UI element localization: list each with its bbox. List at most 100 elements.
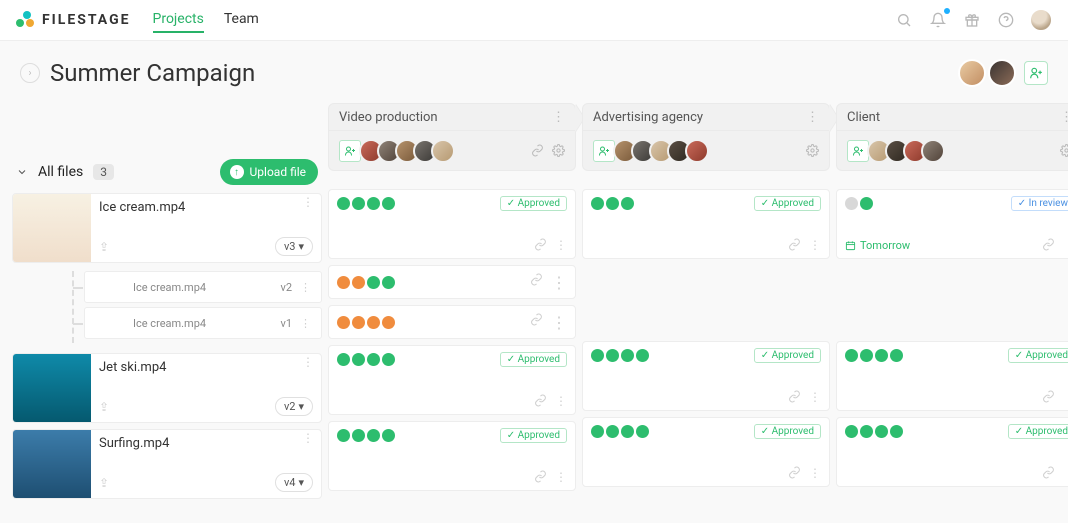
- add-member-button[interactable]: [1024, 61, 1048, 85]
- all-files-toggle[interactable]: All files 3: [16, 164, 114, 180]
- link-icon[interactable]: [1042, 390, 1055, 404]
- review-dot: [845, 425, 858, 438]
- card-menu-icon[interactable]: ⋮: [809, 238, 821, 252]
- review-card[interactable]: ✓ Approved⋮: [836, 417, 1068, 487]
- review-dots: [591, 197, 634, 210]
- link-icon[interactable]: [788, 466, 801, 480]
- link-icon[interactable]: [530, 273, 543, 292]
- due-date: Tomorrow: [845, 239, 910, 252]
- reviewer-avatar[interactable]: [921, 139, 945, 163]
- help-icon[interactable]: [996, 10, 1016, 30]
- link-icon[interactable]: [788, 238, 801, 252]
- review-card[interactable]: ⋮: [328, 265, 576, 299]
- review-dot: [382, 353, 395, 366]
- file-count-badge: 3: [93, 164, 114, 180]
- review-card[interactable]: ✓ In review Tomorrow ⋮: [836, 189, 1068, 259]
- notifications-icon[interactable]: [928, 10, 948, 30]
- user-avatar[interactable]: [1030, 9, 1052, 31]
- chevron-down-icon: [16, 166, 28, 178]
- review-card[interactable]: ✓ Approved⋮: [836, 341, 1068, 411]
- all-files-label: All files: [38, 164, 83, 180]
- status-badge-in-review: ✓ In review: [1011, 196, 1068, 211]
- review-card[interactable]: ✓ Approved ⋮: [582, 341, 830, 411]
- review-dot: [845, 349, 858, 362]
- stage-menu-icon[interactable]: ⋮: [806, 110, 819, 125]
- card-menu-icon[interactable]: ⋮: [555, 394, 567, 408]
- review-card[interactable]: ✓ Approved ⋮: [328, 189, 576, 259]
- version-row[interactable]: Ice cream.mp4 v1⋮: [84, 307, 322, 339]
- gear-icon[interactable]: [552, 144, 565, 157]
- link-icon[interactable]: [788, 390, 801, 404]
- file-name: Jet ski.mp4: [99, 360, 313, 375]
- card-menu-icon[interactable]: ⋮: [555, 238, 567, 252]
- status-badge-approved: ✓ Approved: [500, 428, 567, 443]
- review-dots: [337, 316, 395, 329]
- version-chip[interactable]: v2 ▾: [275, 397, 313, 416]
- file-name: Ice cream.mp4: [99, 200, 313, 215]
- card-menu-icon[interactable]: ⋮: [1063, 466, 1068, 480]
- row-menu-icon[interactable]: ⋮: [302, 360, 315, 364]
- card-menu-icon[interactable]: ⋮: [809, 466, 821, 480]
- status-badge-approved: ✓ Approved: [754, 348, 821, 363]
- add-reviewer-button[interactable]: [593, 140, 615, 162]
- member-avatar[interactable]: [988, 59, 1016, 87]
- row-menu-icon[interactable]: ⋮: [300, 317, 311, 330]
- search-icon[interactable]: [894, 10, 914, 30]
- review-card[interactable]: ✓ Approved⋮: [328, 345, 576, 415]
- link-icon[interactable]: [531, 144, 544, 157]
- card-menu-icon[interactable]: ⋮: [1063, 238, 1068, 252]
- back-button[interactable]: ›: [20, 63, 40, 83]
- file-row[interactable]: Jet ski.mp4 ⇪ v2 ▾ ⋮: [12, 353, 322, 423]
- stage-menu-icon[interactable]: ⋮: [552, 110, 565, 125]
- review-dot: [621, 349, 634, 362]
- link-icon[interactable]: [1042, 238, 1055, 252]
- version-chip[interactable]: v3 ▾: [275, 237, 313, 256]
- file-row[interactable]: Surfing.mp4 ⇪ v4 ▾ ⋮: [12, 429, 322, 499]
- share-icon[interactable]: ⇪: [99, 476, 109, 490]
- review-dot: [352, 316, 365, 329]
- reviewer-avatar[interactable]: [431, 139, 455, 163]
- nav-team[interactable]: Team: [224, 7, 259, 33]
- upload-file-button[interactable]: ↑ Upload file: [220, 159, 318, 185]
- review-card[interactable]: ⋮: [328, 305, 576, 339]
- card-menu-icon[interactable]: ⋮: [809, 390, 821, 404]
- review-dot: [591, 349, 604, 362]
- reviewer-list: [593, 139, 709, 163]
- review-card[interactable]: ✓ Approved ⋮: [328, 421, 576, 491]
- review-dot: [367, 429, 380, 442]
- stage-menu-icon[interactable]: ⋮: [1060, 110, 1068, 125]
- version-chip[interactable]: v4 ▾: [275, 473, 313, 492]
- row-menu-icon[interactable]: ⋮: [302, 436, 315, 440]
- link-icon[interactable]: [534, 394, 547, 408]
- link-icon[interactable]: [1042, 466, 1055, 480]
- version-row[interactable]: Ice cream.mp4 v2⋮: [84, 271, 322, 303]
- file-row[interactable]: Ice cream.mp4 ⇪ v3 ▾ ⋮: [12, 193, 322, 263]
- card-menu-icon[interactable]: ⋮: [555, 470, 567, 484]
- review-dot: [606, 425, 619, 438]
- gear-icon[interactable]: [806, 144, 819, 157]
- row-menu-icon[interactable]: ⋮: [302, 200, 315, 204]
- card-menu-icon[interactable]: ⋮: [551, 273, 567, 292]
- review-dots: [337, 197, 395, 210]
- file-thumbnail: [13, 194, 91, 262]
- add-reviewer-button[interactable]: [847, 140, 869, 162]
- link-icon[interactable]: [534, 238, 547, 252]
- gear-icon[interactable]: [1060, 144, 1068, 157]
- add-reviewer-button[interactable]: [339, 140, 361, 162]
- status-badge-approved: ✓ Approved: [500, 196, 567, 211]
- status-badge-approved: ✓ Approved: [754, 196, 821, 211]
- share-icon[interactable]: ⇪: [99, 400, 109, 414]
- card-menu-icon[interactable]: ⋮: [551, 313, 567, 332]
- nav-projects[interactable]: Projects: [153, 7, 204, 33]
- link-icon[interactable]: [534, 470, 547, 484]
- gift-icon[interactable]: [962, 10, 982, 30]
- link-icon[interactable]: [530, 313, 543, 332]
- member-avatar[interactable]: [958, 59, 986, 87]
- reviewer-avatar[interactable]: [685, 139, 709, 163]
- card-menu-icon[interactable]: ⋮: [1063, 390, 1068, 404]
- row-menu-icon[interactable]: ⋮: [300, 281, 311, 294]
- share-icon[interactable]: ⇪: [99, 240, 109, 254]
- brand-logo[interactable]: FILESTAGE: [16, 11, 131, 29]
- review-card[interactable]: ✓ Approved⋮: [582, 417, 830, 487]
- review-card[interactable]: ✓ Approved ⋮: [582, 189, 830, 259]
